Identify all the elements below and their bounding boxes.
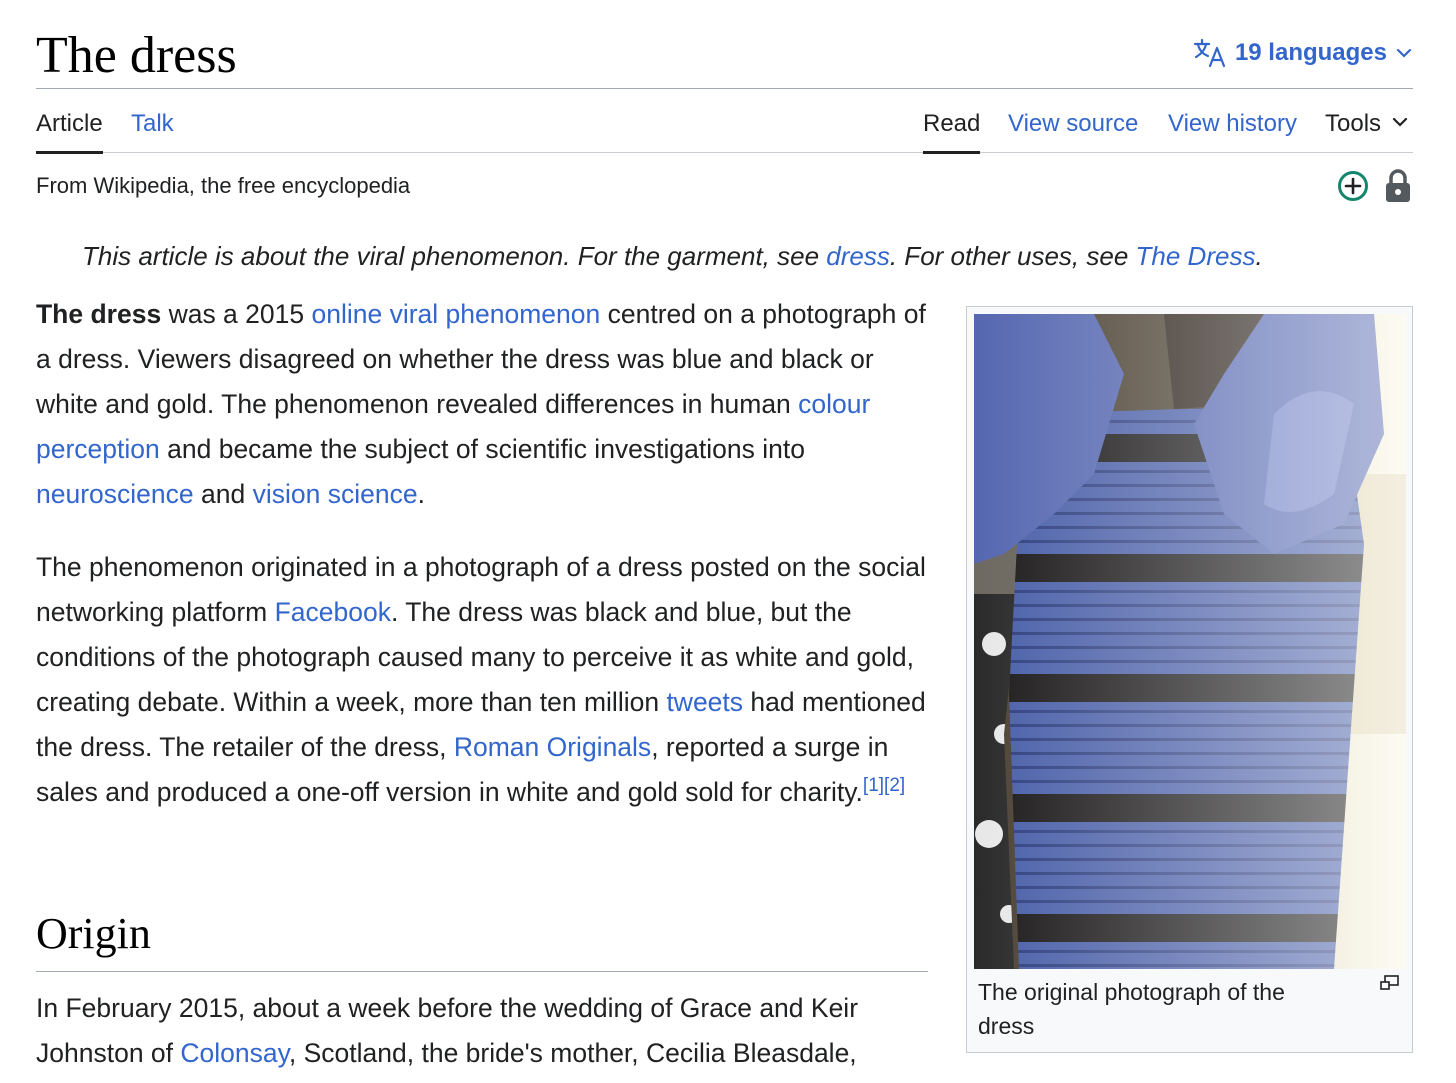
text: .: [417, 479, 425, 509]
text: and: [193, 479, 253, 509]
article-body: The dress was a 2015 online viral phenom…: [36, 292, 936, 843]
reference-2[interactable]: [2]: [884, 775, 905, 796]
tools-menu[interactable]: Tools: [1325, 109, 1409, 139]
tab-read[interactable]: Read: [923, 109, 981, 154]
reference-1[interactable]: [1]: [863, 775, 884, 796]
languages-label: 19 languages: [1234, 39, 1387, 66]
hatnote-text: .: [1255, 241, 1263, 271]
title-row: The dress 19 languages: [36, 0, 1413, 89]
text: was a 2015: [161, 299, 312, 329]
hatnote-text: This article is about the viral phenomen…: [82, 241, 827, 271]
page-title: The dress: [36, 27, 237, 84]
bold-term: The dress: [36, 299, 162, 329]
figure-thumbnail: The original photograph of the dress: [966, 306, 1413, 1053]
dress-photo[interactable]: [974, 314, 1406, 969]
link-colonsay[interactable]: Colonsay: [180, 1038, 289, 1068]
link-tweets[interactable]: tweets: [666, 687, 743, 717]
hatnote: This article is about the viral phenomen…: [82, 238, 1263, 274]
translate-icon: [1193, 38, 1227, 68]
origin-paragraph: In February 2015, about a week before th…: [36, 986, 928, 1076]
lead-paragraph-2: The phenomenon originated in a photograp…: [36, 545, 936, 815]
tab-view-source[interactable]: View source: [1008, 109, 1138, 139]
plus-circle-icon[interactable]: [1337, 170, 1369, 207]
lock-icon[interactable]: [1383, 168, 1413, 209]
link-online-viral-phenomenon[interactable]: online viral phenomenon: [311, 299, 600, 329]
chevron-down-icon: [1395, 44, 1413, 62]
link-neuroscience[interactable]: neuroscience: [36, 479, 194, 509]
hatnote-text: . For other uses, see: [889, 241, 1136, 271]
link-vision-science[interactable]: vision science: [253, 479, 418, 509]
tab-talk[interactable]: Talk: [131, 109, 174, 139]
figure-caption: The original photograph of the dress: [978, 979, 1285, 1039]
tab-article[interactable]: Article: [36, 109, 103, 154]
link-roman-originals[interactable]: Roman Originals: [454, 732, 651, 762]
text: , Scotland, the bride's mother, Cecilia …: [288, 1038, 857, 1068]
site-tagline: From Wikipedia, the free encyclopedia: [36, 173, 411, 198]
magnify-icon[interactable]: [1380, 975, 1400, 996]
language-button[interactable]: 19 languages: [1193, 38, 1413, 68]
section-heading-origin: Origin: [36, 904, 928, 972]
page-indicators: [1337, 168, 1413, 209]
text: and became the subject of scientific inv…: [159, 434, 805, 464]
chevron-down-icon: [1391, 109, 1409, 139]
page-tabs: Article Talk Read View source View histo…: [36, 89, 1413, 154]
link-facebook[interactable]: Facebook: [275, 597, 391, 627]
lead-paragraph-1: The dress was a 2015 online viral phenom…: [36, 292, 936, 517]
link-the-dress[interactable]: The Dress: [1136, 241, 1256, 271]
link-dress[interactable]: dress: [826, 241, 890, 271]
tools-label: Tools: [1325, 110, 1382, 137]
tab-view-history[interactable]: View history: [1168, 109, 1297, 139]
